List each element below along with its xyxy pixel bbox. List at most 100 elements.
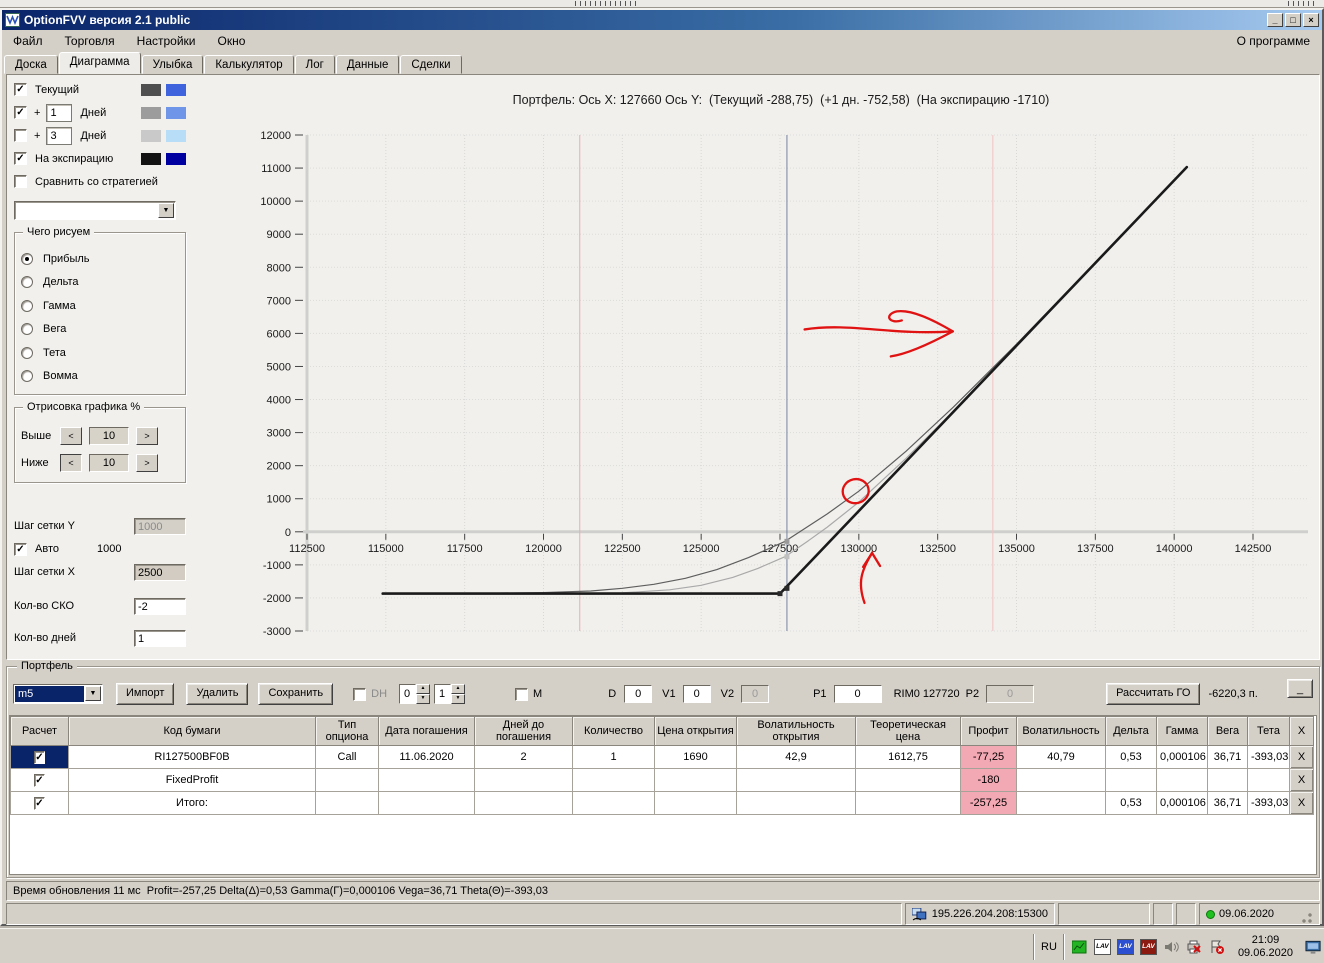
clock[interactable]: 21:09 09.06.2020 [1232, 934, 1299, 960]
portfolio-group: Портфель m5 ▼ Импорт Удалить Сохранить D… [6, 660, 1320, 878]
table-row[interactable]: ✓ FixedProfit -180 X [10, 768, 1314, 792]
chevron-down-icon[interactable]: ▼ [85, 686, 101, 701]
dh-spinner-1[interactable]: 0 ▲ ▼ [399, 684, 431, 704]
menu-settings[interactable]: Настройки [126, 31, 207, 51]
import-button[interactable]: Импорт [116, 683, 175, 705]
series-checkbox[interactable]: ✓ [14, 106, 27, 119]
sko-count-input[interactable]: -2 [134, 597, 186, 615]
d-input[interactable]: 0 [624, 685, 653, 703]
above-decrease-button[interactable]: < [60, 426, 82, 445]
show-desktop-icon[interactable] [1305, 939, 1322, 955]
series-checkbox[interactable] [14, 129, 27, 142]
series-label: Сравнить со стратегией [35, 175, 158, 188]
speaker-icon[interactable] [1163, 939, 1180, 955]
app-icon [5, 13, 20, 27]
below-value[interactable]: 10 [89, 453, 129, 472]
menu-window[interactable]: Окно [207, 31, 257, 51]
tab-diagram[interactable]: Диаграмма [58, 52, 141, 74]
panel-minimize-button[interactable]: _ [1287, 679, 1313, 698]
days-shift-input[interactable]: 3 [46, 126, 73, 145]
table-cell [315, 768, 379, 792]
calc-go-button[interactable]: Рассчитать ГО [1106, 683, 1201, 705]
maximize-button[interactable]: □ [1285, 13, 1301, 27]
days-shift-input[interactable]: 1 [46, 103, 73, 122]
delete-button[interactable]: Удалить [186, 683, 249, 705]
series-На экспирацию [381, 165, 1189, 595]
m-checkbox[interactable] [515, 687, 529, 701]
table-cell [572, 791, 655, 815]
grid-step-y-input[interactable]: 1000 [134, 517, 186, 535]
menu-file[interactable]: Файл [2, 31, 54, 51]
lav-blue-icon[interactable]: LAV [1116, 938, 1134, 955]
below-decrease-button[interactable]: < [60, 453, 82, 472]
above-increase-button[interactable]: > [136, 426, 158, 445]
menu-bar: Файл Торговля Настройки Окно О программе [2, 30, 1322, 52]
v2-input[interactable]: 0 [741, 685, 770, 703]
table-cell: 0,53 [1105, 791, 1157, 815]
chevron-down-icon[interactable]: ▼ [158, 203, 174, 218]
row-checkbox[interactable]: ✓ [34, 797, 45, 810]
series-checkbox[interactable]: ✓ [14, 83, 27, 96]
tab-board[interactable]: Доска [4, 55, 58, 74]
column-header: Волатильность [1016, 716, 1106, 746]
chart-controls-sidebar: ✓ Текущий ✓ + 1 Дней + 3 Дней ✓ На экспи… [14, 78, 186, 651]
lav-red-icon[interactable]: LAV [1139, 938, 1157, 955]
row-close-button[interactable]: X [1289, 768, 1314, 792]
tab-deals[interactable]: Сделки [400, 55, 462, 74]
series-toggle-list: ✓ Текущий ✓ + 1 Дней + 3 Дней ✓ На экспи… [14, 78, 186, 193]
tab-data[interactable]: Данные [335, 55, 400, 74]
row-checkbox[interactable]: ✓ [34, 751, 45, 764]
auto-checkbox[interactable]: ✓ [14, 542, 27, 556]
p1-input[interactable]: 0 [833, 685, 882, 703]
chart-green-icon[interactable] [1071, 939, 1088, 955]
row-checkbox[interactable]: ✓ [34, 774, 45, 787]
payoff-chart[interactable]: 12000 11000 10000 9000 8000 7000 6000 50… [246, 120, 1321, 660]
above-value[interactable]: 10 [89, 426, 129, 445]
svg-text:137500: 137500 [1077, 543, 1114, 555]
close-button[interactable]: × [1303, 13, 1319, 27]
p2-input[interactable]: 0 [986, 685, 1035, 703]
row-close-button[interactable]: X [1289, 745, 1314, 769]
dh-checkbox[interactable] [353, 687, 367, 701]
radio-Дельта[interactable] [21, 276, 33, 289]
radio-Вомма[interactable] [21, 370, 33, 383]
draw-option-row: Вомма [21, 365, 179, 389]
lav-white-icon[interactable]: LAV [1093, 938, 1111, 955]
radio-Тета[interactable] [21, 346, 33, 359]
color-swatch [166, 106, 186, 119]
radio-Вега[interactable] [21, 323, 33, 336]
plus-label: + [34, 106, 41, 119]
radio-Прибыль[interactable] [21, 252, 33, 265]
table-cell [1207, 768, 1248, 792]
below-increase-button[interactable]: > [136, 453, 158, 472]
title-bar[interactable]: OptionFVV версия 2.1 public _ □ × [2, 10, 1322, 30]
strategy-combobox[interactable]: ▼ [14, 201, 176, 220]
series-checkbox[interactable]: ✓ [14, 152, 27, 165]
menu-about[interactable]: О программе [1225, 31, 1322, 51]
save-button[interactable]: Сохранить [258, 683, 334, 705]
table-cell [474, 768, 573, 792]
days-count-input[interactable]: 1 [134, 629, 186, 647]
menu-trading[interactable]: Торговля [54, 31, 126, 51]
table-cell: -393,03 [1247, 791, 1290, 815]
table-row[interactable]: ✓ Итого: -257,25 0,53 0,000106 36,71 -393,03 … [10, 791, 1314, 815]
grid-step-x-input[interactable]: 2500 [134, 563, 186, 581]
row-close-button[interactable]: X [1289, 791, 1314, 815]
draw-what-title: Чего рисуем [23, 226, 95, 238]
tab-calculator[interactable]: Калькулятор [204, 55, 294, 74]
dh-spinner-2[interactable]: 1 ▲ ▼ [434, 684, 466, 704]
table-cell: 36,71 [1207, 791, 1248, 815]
render-percent-group: Отрисовка графика % Выше < 10 > Ниже < 1… [14, 401, 186, 483]
tab-smile[interactable]: Улыбка [141, 55, 204, 74]
language-indicator[interactable]: RU [1041, 941, 1057, 953]
radio-Гамма[interactable] [21, 299, 33, 312]
portfolio-combobox[interactable]: m5 ▼ [13, 684, 103, 704]
minimize-button[interactable]: _ [1267, 13, 1283, 27]
series-checkbox[interactable] [14, 175, 27, 188]
table-row[interactable]: ✓ RI127500BF0B Call 11.06.2020 2 1 1690 42,9 16… [10, 745, 1314, 769]
printer-error-icon[interactable] [1186, 939, 1203, 955]
flag-error-icon[interactable] [1209, 939, 1226, 955]
tab-log[interactable]: Лог [294, 55, 335, 74]
v1-input[interactable]: 0 [682, 685, 711, 703]
resize-grip[interactable] [1299, 903, 1313, 925]
